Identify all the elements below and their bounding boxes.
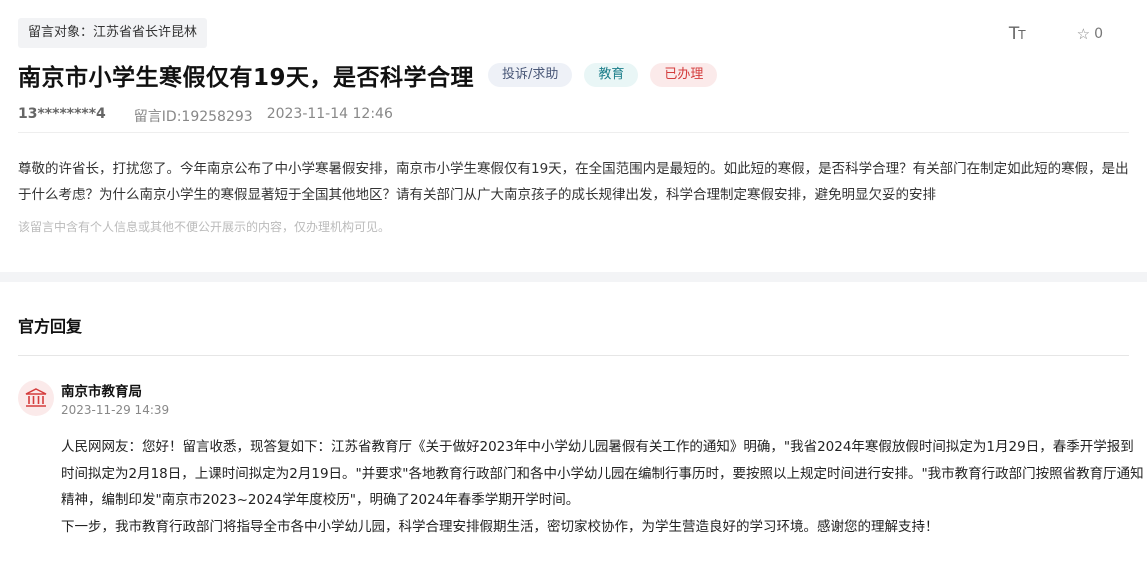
reply-paragraph: 人民网网友：您好！留言收悉，现答复如下：江苏省教育厅《关于做好2023年中小学幼… [61,439,1144,508]
section-separator [0,272,1147,282]
privacy-notice: 该留言中含有个人信息或其他不便公开展示的内容，仅办理机构可见。 [18,220,391,234]
favorite-button[interactable]: ☆ 0 [1077,25,1103,43]
reply-section-title: 官方回复 [18,317,83,336]
toolbar: TT ☆ 0 [1009,24,1103,44]
message-meta: 13********4 留言ID:19258293 2023-11-14 12:… [18,106,393,126]
star-icon: ☆ [1076,25,1091,43]
message-time: 2023-11-14 12:46 [266,106,393,122]
message-user: 13********4 [18,106,106,122]
message-target-tag: 留言对象：江苏省省长许昆林 [18,18,208,48]
field-badge: 教育 [584,63,639,87]
government-building-icon [18,380,54,416]
reply-paragraph: 下一步，我市教育行政部门将指导全市各中小学幼儿园，科学合理安排假期生活，密切家校… [61,518,939,535]
reply-time: 2023-11-29 14:39 [61,403,170,417]
status-badge: 已办理 [650,63,718,87]
font-size-button[interactable]: TT [1008,24,1026,44]
favorite-count: 0 [1094,26,1103,42]
reply-content: 人民网网友：您好！留言收悉，现答复如下：江苏省教育厅《关于做好2023年中小学幼… [61,434,1147,540]
message-content: 尊敬的许省长，打扰您了。今年南京公布了中小学寒暑假安排，南京市小学生寒假仅有19… [18,161,1129,203]
divider [18,355,1129,356]
font-size-icon: TT [1008,24,1026,44]
reply-department: 南京市教育局 [61,384,142,400]
divider [18,132,1129,133]
category-badge: 投诉/求助 [488,63,573,87]
message-id: 留言ID:19258293 [133,109,253,125]
page-title: 南京市小学生寒假仅有19天，是否科学合理 [18,65,475,91]
title-row: 南京市小学生寒假仅有19天，是否科学合理 投诉/求助 教育 已办理 [18,58,718,92]
